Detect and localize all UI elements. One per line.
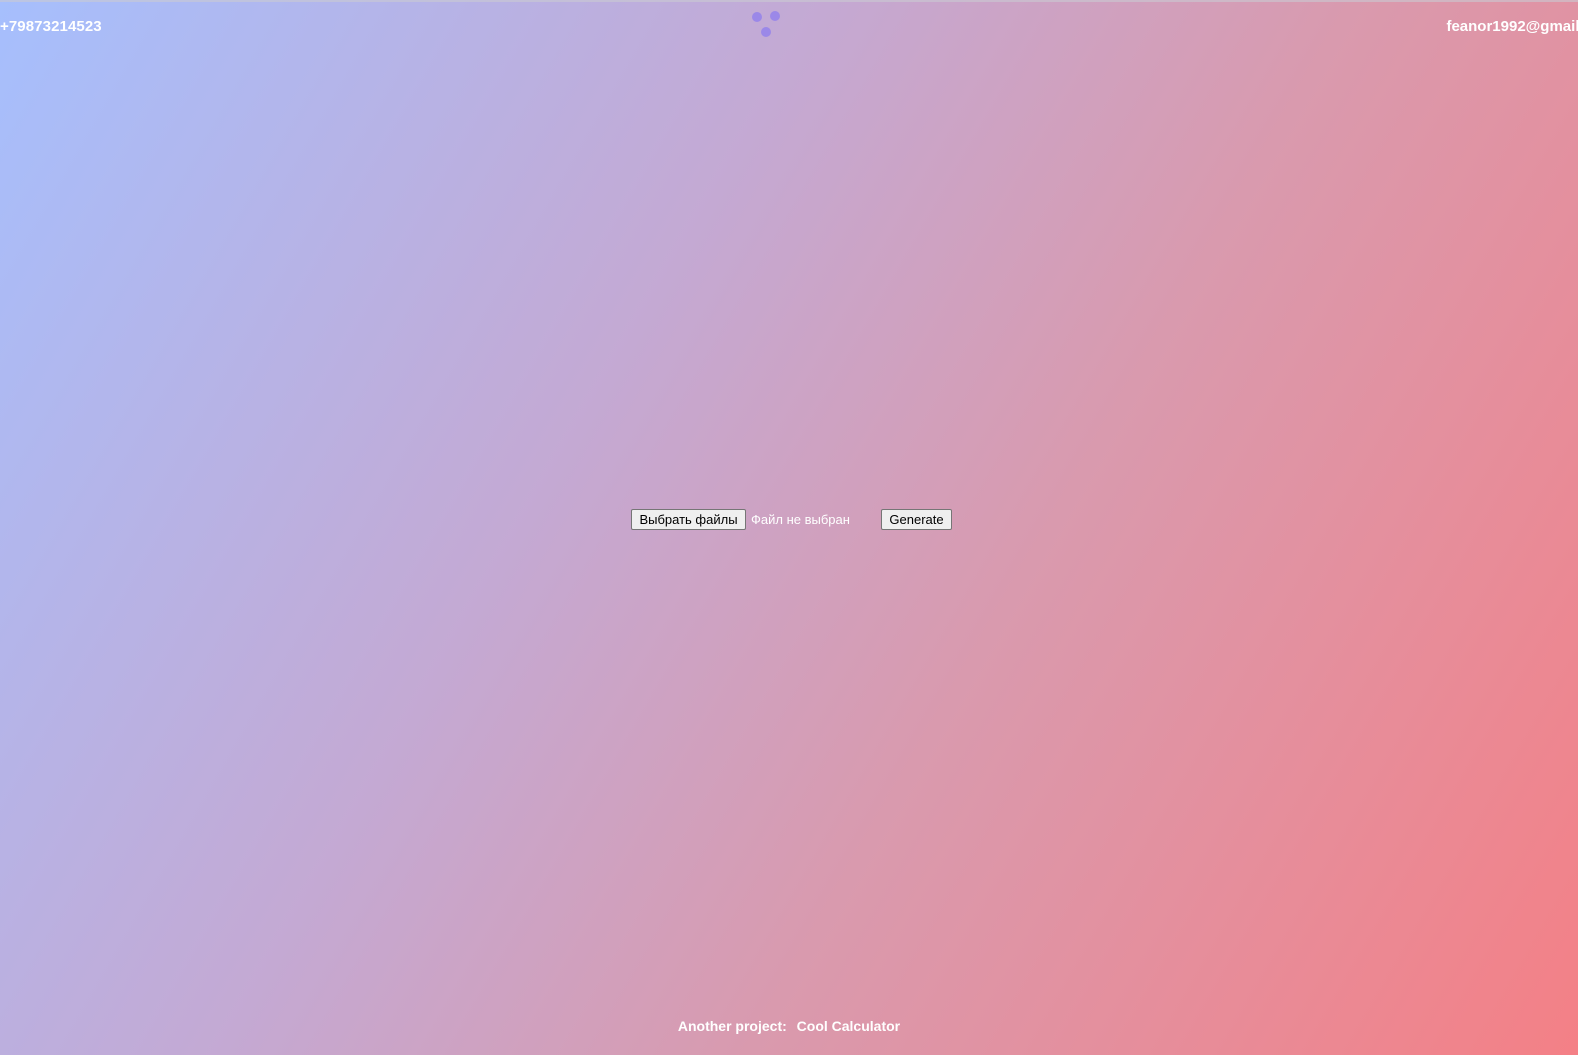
- choose-files-button[interactable]: Выбрать файлы: [631, 508, 746, 530]
- file-status-text: Файл не выбран: [751, 511, 850, 527]
- generate-button[interactable]: Generate: [881, 508, 952, 530]
- logo-dot: [761, 27, 771, 37]
- cool-calculator-link[interactable]: Cool Calculator: [797, 1018, 900, 1034]
- three-dots-logo-icon: [752, 10, 784, 40]
- footer: Another project: Cool Calculator: [0, 1018, 1578, 1034]
- upload-form: Выбрать файлы Файл не выбран Generate: [631, 508, 952, 530]
- contact-email: feanor1992@gmail.c: [1446, 18, 1578, 35]
- footer-prefix: Another project:: [677, 1018, 787, 1034]
- logo-dot: [770, 11, 780, 21]
- logo-dot: [752, 12, 762, 22]
- top-border: [0, 0, 1578, 2]
- contact-phone: +79873214523: [0, 18, 102, 35]
